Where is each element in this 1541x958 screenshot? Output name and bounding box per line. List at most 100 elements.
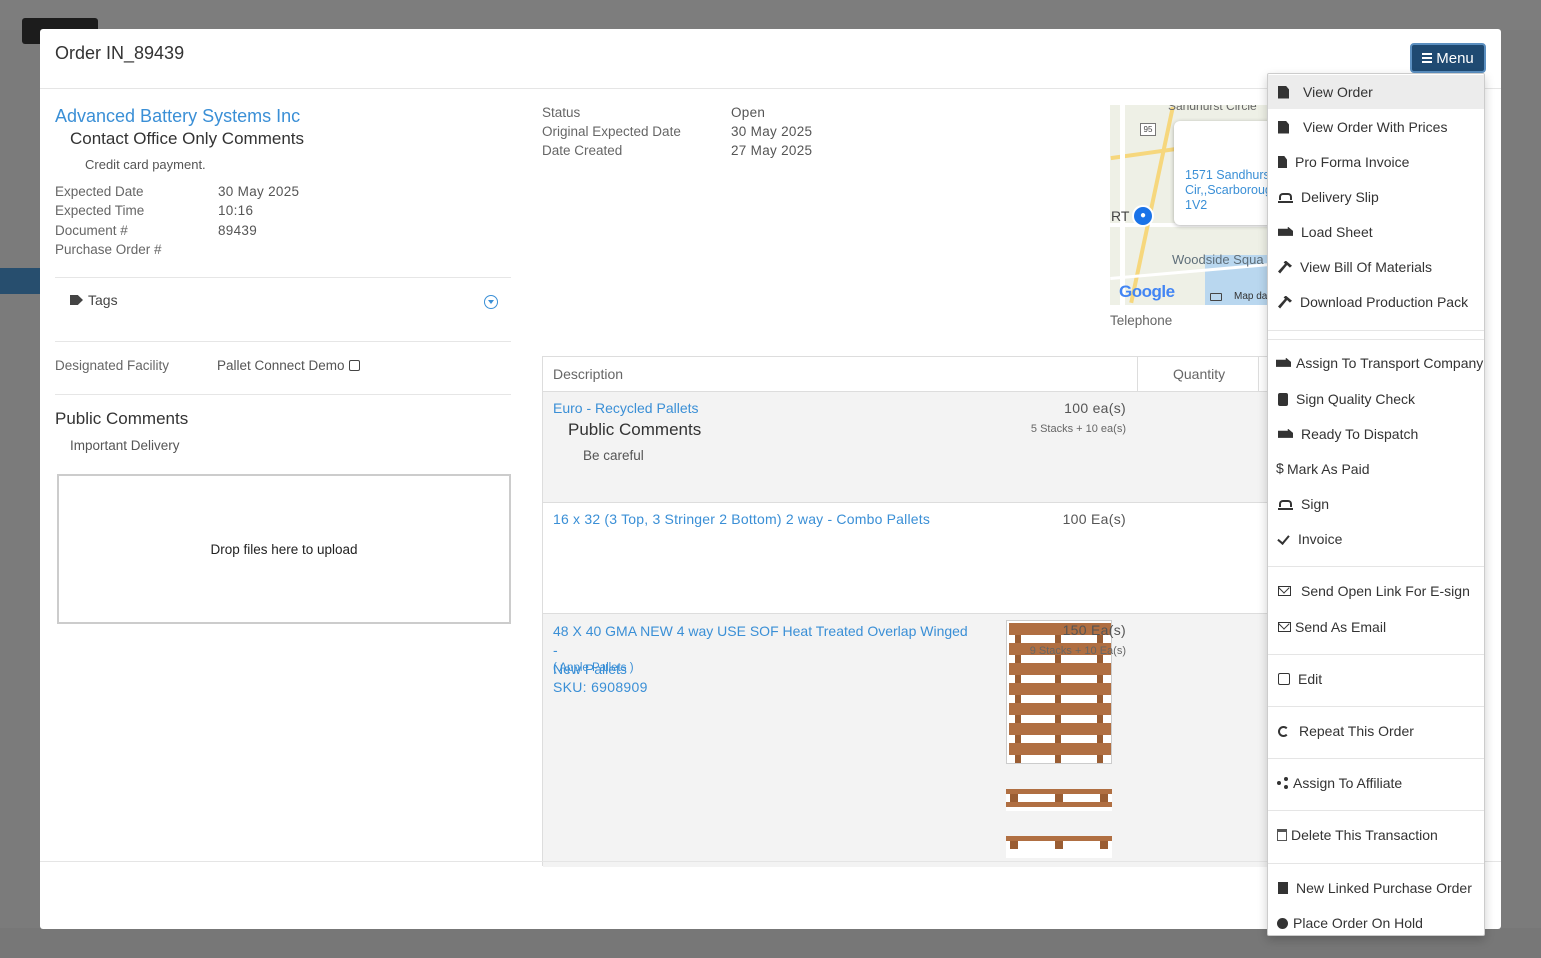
truck-loading-icon	[1278, 226, 1293, 236]
product-link[interactable]: 16 x 32 (3 Top, 3 Stringer 2 Bottom) 2 w…	[553, 511, 930, 527]
menu-item-view-order[interactable]: View Order	[1268, 75, 1484, 109]
menu-divider	[1268, 654, 1484, 655]
menu-divider	[1268, 339, 1484, 340]
clipboard-icon	[1278, 392, 1288, 406]
pallet-plank	[1009, 723, 1111, 735]
menu-button[interactable]: Menu	[1410, 43, 1486, 73]
map-data-link[interactable]: Map da	[1234, 291, 1267, 302]
route-shield: 95	[1140, 123, 1156, 136]
purchase-order-label: Purchase Order #	[55, 242, 162, 257]
menu-item-label: Download Production Pack	[1300, 294, 1469, 310]
truck-loading-icon	[1278, 428, 1293, 438]
tags-expand-icon[interactable]	[484, 295, 498, 309]
hamburger-icon	[1422, 53, 1433, 63]
row-quantity: 150 Ea(s)	[1062, 622, 1126, 638]
file-dropzone[interactable]: Drop files here to upload	[57, 474, 511, 624]
menu-item-label: Sign	[1301, 496, 1330, 512]
menu-item-place-order-on-hold[interactable]: Place Order On Hold	[1268, 906, 1484, 940]
menu-item-label: New Linked Purchase Order	[1296, 880, 1472, 896]
map-address-line: Cir,,Scarboroug	[1185, 183, 1270, 197]
original-expected-date-value: 30 May 2025	[731, 124, 813, 139]
row-comments-heading: Public Comments	[568, 420, 702, 439]
menu-item-send-open-link-esign[interactable]: Send Open Link For E-sign	[1268, 574, 1484, 608]
customer-name-link[interactable]: Advanced Battery Systems Inc	[55, 106, 300, 127]
edit-facility-icon[interactable]	[348, 360, 360, 371]
menu-item-new-linked-purchase-order[interactable]: New Linked Purchase Order	[1268, 871, 1484, 905]
menu-item-view-order-with-prices[interactable]: View Order With Prices	[1268, 110, 1484, 144]
facility-name: Pallet Connect Demo	[217, 358, 345, 373]
check-icon	[1278, 533, 1290, 545]
menu-item-delete-transaction[interactable]: Delete This Transaction	[1268, 818, 1484, 852]
pallet-end-view-image	[1006, 836, 1112, 858]
menu-divider	[1268, 810, 1484, 811]
menu-item-label: Assign To Transport Company	[1296, 355, 1484, 371]
map-address-line: 1571 Sandhurs	[1185, 168, 1270, 182]
google-logo: Google	[1119, 282, 1175, 301]
menu-item-sign-quality-check[interactable]: Sign Quality Check	[1268, 382, 1484, 416]
document-icon	[1278, 156, 1287, 168]
map-area-label: Woodside Squa	[1172, 252, 1264, 267]
menu-item-view-bill-of-materials[interactable]: View Bill Of Materials	[1268, 250, 1484, 284]
pallet-block	[1055, 841, 1063, 849]
document-number-label: Document #	[55, 223, 128, 238]
menu-item-label: Place Order On Hold	[1293, 915, 1423, 931]
menu-item-edit[interactable]: Edit	[1268, 662, 1484, 696]
menu-item-repeat-order[interactable]: Repeat This Order	[1268, 714, 1484, 748]
product-link[interactable]: Euro - Recycled Pallets	[553, 400, 699, 416]
menu-item-delivery-slip[interactable]: Delivery Slip	[1268, 180, 1484, 214]
menu-item-download-production-pack[interactable]: Download Production Pack	[1268, 285, 1484, 319]
modal-title: Order IN_89439	[55, 43, 185, 63]
edit-icon	[1278, 673, 1290, 685]
menu-item-label: Invoice	[1298, 531, 1343, 547]
date-created-label: Date Created	[542, 143, 623, 158]
menu-item-invoice[interactable]: Invoice	[1268, 522, 1484, 556]
menu-item-pro-forma-invoice[interactable]: Pro Forma Invoice	[1268, 145, 1484, 179]
facility-label: Designated Facility	[55, 358, 170, 373]
shopping-cart-pin-icon[interactable]: ●	[1132, 205, 1154, 227]
pallet-block	[1010, 841, 1018, 849]
menu-item-label: Delete This Transaction	[1291, 827, 1438, 843]
menu-item-assign-affiliate[interactable]: Assign To Affiliate	[1268, 766, 1484, 800]
menu-item-send-as-email[interactable]: Send As Email	[1268, 610, 1484, 644]
menu-item-assign-transport-company[interactable]: Assign To Transport Company	[1268, 346, 1484, 380]
map-street-label: Sandhurst Circle	[1168, 105, 1257, 113]
pallet-plank	[1009, 703, 1111, 715]
divider	[55, 341, 511, 342]
signature-icon	[1278, 191, 1293, 203]
background-app-topbar	[0, 0, 1541, 30]
menu-item-mark-as-paid[interactable]: Mark As Paid	[1268, 452, 1484, 486]
share-icon	[1277, 777, 1288, 789]
product-category[interactable]: ( Apple Pallets )	[553, 662, 634, 674]
description-header: Description	[553, 366, 624, 382]
menu-item-load-sheet[interactable]: Load Sheet	[1268, 215, 1484, 249]
expected-date-label: Expected Date	[55, 184, 144, 199]
facility-value: Pallet Connect Demo	[217, 358, 360, 373]
menu-divider	[1268, 706, 1484, 707]
keyboard-icon[interactable]	[1210, 293, 1222, 301]
public-comments-heading: Public Comments	[55, 409, 189, 428]
menu-item-ready-to-dispatch[interactable]: Ready To Dispatch	[1268, 417, 1484, 451]
menu-item-label: Sign Quality Check	[1296, 391, 1416, 407]
envelope-icon	[1278, 622, 1291, 632]
row-quantity-detail: 5 Stacks + 10 ea(s)	[1030, 423, 1126, 435]
trash-icon	[1277, 829, 1287, 841]
pallet-top-view-image	[1006, 620, 1112, 764]
pallet-plank	[1009, 683, 1111, 695]
pallet-block	[1100, 794, 1108, 802]
status-value: Open	[731, 105, 766, 120]
menu-item-sign[interactable]: Sign	[1268, 487, 1484, 521]
envelope-icon	[1278, 586, 1291, 596]
order-actions-menu: View Order View Order With Prices Pro Fo…	[1267, 73, 1485, 936]
repeat-icon	[1278, 725, 1289, 737]
row-quantity-detail: 9 Stacks + 10 Ea(s)	[1029, 645, 1126, 657]
expected-time-value: 10:16	[218, 203, 254, 218]
menu-item-label: Ready To Dispatch	[1301, 426, 1419, 442]
expected-date-value: 30 May 2025	[218, 184, 300, 199]
divider	[55, 394, 511, 395]
delivery-map[interactable]: Sandhurst Circle 95 1571 Sandhurs Cir,,S…	[1110, 105, 1270, 305]
row-comment: Be careful	[583, 448, 644, 463]
map-address[interactable]: 1571 Sandhurs Cir,,Scarboroug 1V2	[1185, 168, 1270, 213]
pallet-plank	[1009, 743, 1111, 755]
row-quantity: 100 ea(s)	[1064, 400, 1126, 416]
pallet-block	[1055, 794, 1063, 802]
